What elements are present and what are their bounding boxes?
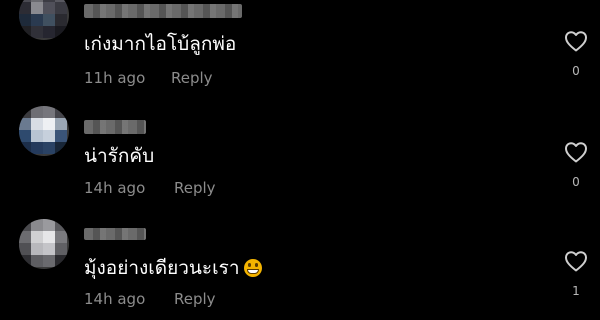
comment-text-body: มุ้งอย่างเดียวนะเรา	[84, 257, 240, 279]
comment-timestamp: 14h ago	[84, 179, 146, 197]
comment-timestamp: 14h ago	[84, 290, 146, 308]
heart-outline-icon[interactable]	[564, 30, 588, 52]
like-button[interactable]: 0	[562, 141, 590, 189]
username-redacted[interactable]	[84, 4, 242, 18]
comment-item: เก่งมากไอโบ้ลูกพ่อ 11h ago Reply 0	[0, 0, 600, 100]
user-avatar[interactable]	[19, 106, 69, 156]
comment-text: เก่งมากไอโบ้ลูกพ่อ	[84, 33, 237, 55]
reply-button[interactable]: Reply	[174, 179, 216, 197]
comment-timestamp: 11h ago	[84, 69, 146, 87]
like-count: 0	[572, 64, 580, 78]
like-count: 1	[572, 284, 580, 298]
user-avatar[interactable]	[19, 219, 69, 269]
comment-item: มุ้งอย่างเดียวนะเรา 14h ago Reply 1	[0, 210, 600, 320]
heart-outline-icon[interactable]	[564, 250, 588, 272]
heart-outline-icon[interactable]	[564, 141, 588, 163]
comment-text: น่ารักคับ	[84, 145, 155, 167]
username-redacted[interactable]	[84, 120, 146, 134]
like-count: 0	[572, 175, 580, 189]
reply-button[interactable]: Reply	[171, 69, 213, 87]
like-button[interactable]: 1	[562, 250, 590, 298]
grinning-face-emoji-icon	[243, 259, 262, 277]
username-redacted[interactable]	[84, 228, 146, 240]
like-button[interactable]: 0	[562, 30, 590, 78]
comment-text: มุ้งอย่างเดียวนะเรา	[84, 256, 262, 280]
reply-button[interactable]: Reply	[174, 290, 216, 308]
comment-item: น่ารักคับ 14h ago Reply 0	[0, 100, 600, 210]
user-avatar[interactable]	[19, 0, 69, 40]
